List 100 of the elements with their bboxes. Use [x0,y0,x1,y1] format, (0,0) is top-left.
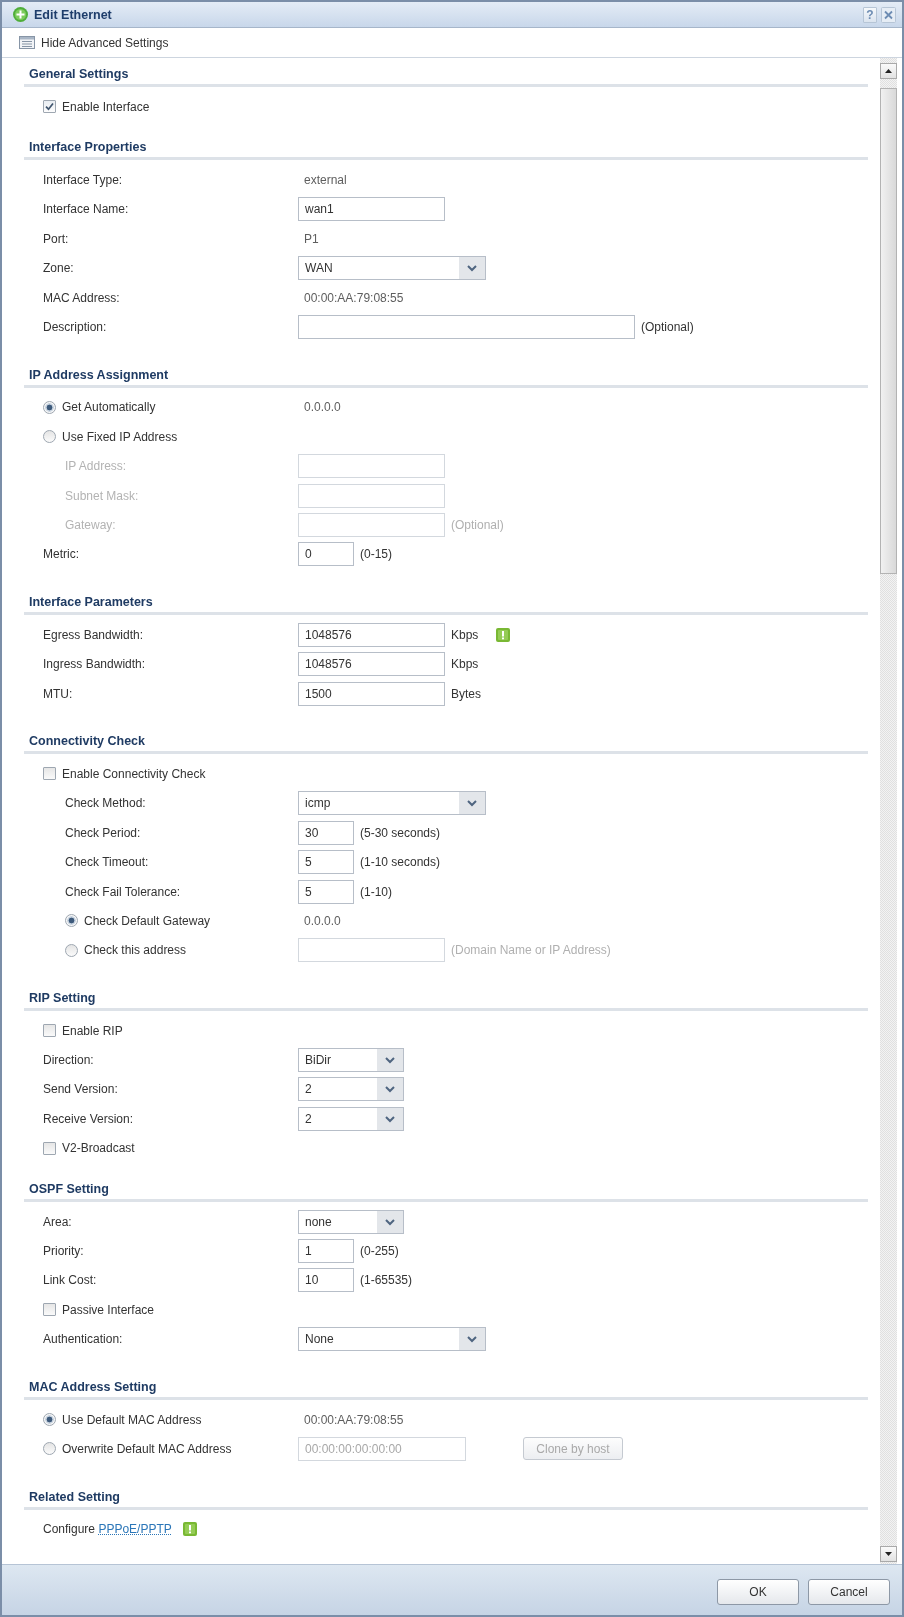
hint-text: (1-65535) [360,1273,413,1288]
field-label: Gateway: [65,518,116,532]
checkbox[interactable] [43,767,56,781]
field-label: MTU: [43,686,73,701]
checkbox[interactable] [43,100,56,114]
dropdown[interactable]: WAN [298,256,486,281]
radio-button[interactable] [43,1442,56,1456]
hint-text: (0-15) [360,547,392,562]
field-label: Check Timeout: [65,855,149,870]
text-field[interactable]: 1500 [298,681,445,706]
field-value: external [303,173,347,188]
dropdown[interactable]: 2 [298,1106,404,1131]
section-title: Interface Parameters [29,595,153,610]
radio-label: Use Fixed IP Address [62,429,178,444]
chevron-down-icon [377,1107,403,1130]
hint-text: (Optional) [641,320,694,335]
section-title: Interface Properties [29,140,147,155]
radio-button[interactable] [43,1413,56,1427]
field-label: Port: [43,231,69,246]
radio-button[interactable] [43,400,56,414]
radio-label: Check Default Gateway [84,913,211,928]
field-label: Metric: [43,547,79,562]
chevron-down-icon [459,257,485,280]
field-label: Check Method: [65,796,146,811]
checkbox-label: Enable Interface [62,99,150,114]
text-field[interactable]: 30 [298,820,354,845]
checkbox-label: Enable Connectivity Check [62,766,206,781]
checkbox[interactable] [43,1303,56,1317]
field-label: Subnet Mask: [65,488,139,503]
text-field[interactable]: 5 [298,879,354,904]
section-title: IP Address Assignment [29,367,169,382]
field-label: Authentication: [43,1332,123,1347]
field-value: 00:00:AA:79:08:55 [303,290,404,305]
close-icon[interactable] [881,6,896,23]
dropdown[interactable]: 2 [298,1077,404,1102]
field-label: Priority: [43,1244,84,1258]
field-label: Description: [43,320,107,335]
hide-advanced-button[interactable]: Hide Advanced Settings [19,35,169,50]
field-label: IP Address: [65,459,127,474]
scrollbar-thumb[interactable] [880,88,897,574]
chevron-down-icon [377,1078,403,1101]
hint-text: (1-10) [360,884,392,899]
field-label: Egress Bandwidth: [43,627,144,642]
section-title: RIP Setting [29,991,96,1005]
settings-link[interactable]: PPPoE/PPTP [98,1522,172,1537]
chevron-down-icon [459,792,485,815]
section-title: General Settings [29,67,129,81]
dialog-button[interactable]: OK [717,1578,799,1605]
unit-label: Bytes [451,686,481,701]
dialog-button[interactable]: Cancel [808,1578,890,1605]
field-label: Check Period: [65,825,141,840]
field-label: Direction: [43,1053,94,1068]
text-field[interactable]: 1 [298,1239,354,1263]
dropdown[interactable]: BiDir [298,1048,404,1073]
hint-text: (1-10 seconds) [360,855,441,870]
text-field[interactable]: 5 [298,850,354,875]
field-value: 00:00:AA:79:08:55 [303,1412,404,1427]
dropdown[interactable]: none [298,1209,404,1234]
arrow-up-icon [885,69,892,73]
list-icon [19,36,35,49]
chevron-down-icon [377,1210,403,1233]
chevron-down-icon [377,1049,403,1072]
text-field[interactable]: 1048576 [298,622,445,647]
window-title: Edit Ethernet [34,7,112,22]
checkbox[interactable] [43,1141,56,1155]
hint-text: (0-255) [360,1244,399,1258]
field-label: MAC Address: [43,290,120,305]
radio-label: Get Automatically [62,400,156,415]
text-field[interactable]: 0 [298,542,354,567]
text-field[interactable]: wan1 [298,197,445,222]
field-label: Check Fail Tolerance: [65,884,181,899]
dropdown[interactable]: None [298,1327,486,1352]
arrow-down-icon [885,1552,892,1556]
text-field[interactable]: 1048576 [298,652,445,677]
radio-label: Overwrite Default MAC Address [62,1441,232,1456]
checkbox-label: Passive Interface [62,1302,155,1317]
section-title: OSPF Setting [29,1181,109,1196]
text-field[interactable]: 10 [298,1268,354,1293]
field-label: Interface Type: [43,173,123,188]
text-field[interactable] [298,315,635,340]
section-title: Connectivity Check [29,734,145,749]
hint-text: (Optional) [451,518,504,532]
radio-button[interactable] [65,914,78,928]
field-label: Area: [43,1214,72,1229]
dropdown[interactable]: icmp [298,791,486,816]
chevron-down-icon [459,1328,485,1351]
plus-circle-icon [13,7,28,22]
field-label: Interface Name: [43,202,129,217]
unit-label: Kbps [451,657,479,672]
hint-text: (5-30 seconds) [360,825,441,840]
section-title: Related Setting [29,1489,120,1504]
unit-label: Kbps [451,627,479,642]
checkbox[interactable] [43,1024,56,1038]
radio-button[interactable] [43,430,56,444]
scroll-up-button[interactable] [880,63,897,79]
radio-button[interactable] [65,943,78,957]
radio-label: Check this address [84,943,187,958]
field-label: Ingress Bandwidth: [43,657,146,672]
field-label: Send Version: [43,1082,118,1097]
scroll-down-button[interactable] [880,1546,897,1562]
